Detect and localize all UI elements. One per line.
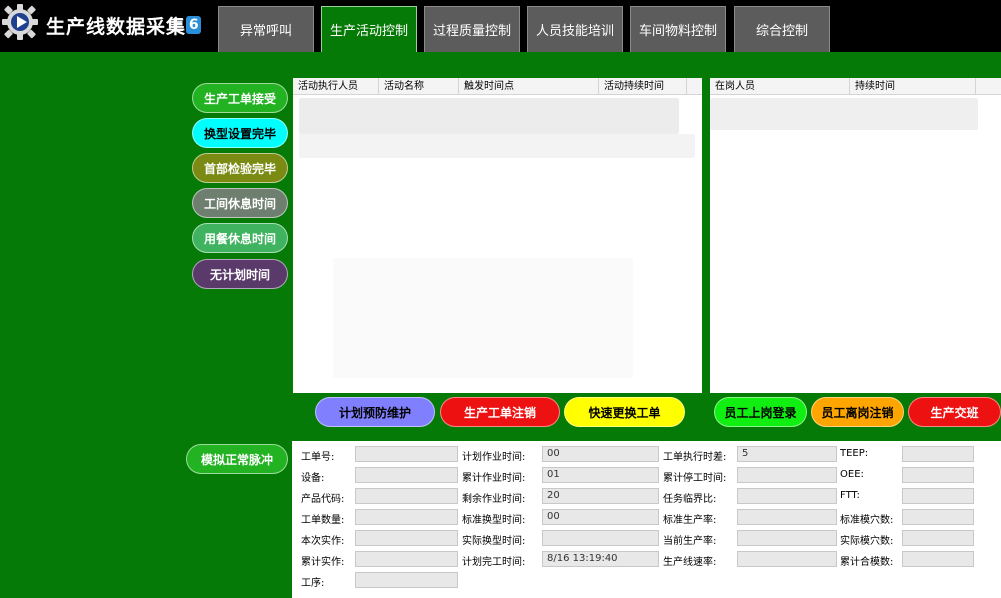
- product-code-field: [355, 488, 458, 504]
- current-output-field: [355, 530, 458, 546]
- activity-table[interactable]: 活动执行人员 活动名称 触发时间点 活动持续时间: [293, 78, 702, 393]
- cumulative-mold-count-label: 累计合模数:: [840, 557, 894, 568]
- col-trigger-time[interactable]: 触发时间点: [459, 78, 599, 95]
- gear-play-logo-icon: [2, 4, 38, 40]
- oee-field: [902, 467, 974, 483]
- activity-table-header: 活动执行人员 活动名称 触发时间点 活动持续时间: [293, 78, 702, 95]
- equipment-field: [355, 467, 458, 483]
- watermark-blur: [333, 258, 633, 378]
- table-row: [299, 134, 695, 158]
- break-time-button[interactable]: 工间休息时间: [192, 188, 288, 218]
- staff-table[interactable]: 在岗人员 持续时间: [710, 78, 1001, 393]
- equipment-label: 设备:: [301, 473, 325, 484]
- shift-handover-button[interactable]: 生产交班: [908, 397, 1001, 427]
- tab-workshop-material-control[interactable]: 车间物料控制: [630, 6, 726, 52]
- standard-cavity-count-label: 标准模穴数:: [840, 515, 894, 526]
- line-rate-field: [737, 551, 837, 567]
- order-cancel-button[interactable]: 生产工单注销: [440, 397, 560, 427]
- current-output-label: 本次实作:: [301, 536, 345, 547]
- teep-label: TEEP:: [840, 448, 869, 459]
- version-badge: E 6: [172, 14, 202, 36]
- line-rate-label: 生产线速率:: [663, 557, 717, 568]
- standard-productivity-field: [737, 509, 837, 525]
- col-staff-duration[interactable]: 持续时间: [850, 78, 976, 95]
- version-prefix: E: [172, 14, 185, 36]
- process-label: 工序:: [301, 578, 325, 589]
- actual-changeover-time-field: [542, 530, 659, 546]
- remaining-work-time-field: 20: [542, 488, 659, 504]
- product-code-label: 产品代码:: [301, 494, 345, 505]
- actual-cavity-count-field: [902, 530, 974, 546]
- order-time-variance-label: 工单执行时差:: [663, 452, 727, 463]
- current-productivity-field: [737, 530, 837, 546]
- cumulative-work-time-label: 累计作业时间:: [462, 473, 526, 484]
- tab-production-activity-control[interactable]: 生产活动控制: [321, 6, 417, 52]
- remaining-work-time-label: 剩余作业时间:: [462, 494, 526, 505]
- staff-table-header: 在岗人员 持续时间: [710, 78, 1001, 95]
- order-accept-button[interactable]: 生产工单接受: [192, 83, 288, 113]
- staff-logout-button[interactable]: 员工离岗注销: [811, 397, 904, 427]
- order-quantity-field: [355, 509, 458, 525]
- cumulative-work-time-field: 01: [542, 467, 659, 483]
- actual-changeover-time-label: 实际换型时间:: [462, 536, 526, 547]
- changeover-done-button[interactable]: 换型设置完毕: [192, 118, 288, 148]
- standard-changeover-time-field: 00: [542, 509, 659, 525]
- planned-completion-time-label: 计划完工时间:: [462, 557, 526, 568]
- actual-cavity-count-label: 实际模穴数:: [840, 536, 894, 547]
- cumulative-downtime-label: 累计停工时间:: [663, 473, 727, 484]
- current-productivity-label: 当前生产率:: [663, 536, 717, 547]
- table-row: [299, 98, 679, 134]
- cumulative-output-label: 累计实作:: [301, 557, 345, 568]
- tab-process-quality-control[interactable]: 过程质量控制: [424, 6, 520, 52]
- planned-completion-time-field: 8/16 13:19:40: [542, 551, 659, 567]
- table-row: [710, 98, 978, 130]
- app-title: 生产线数据采集: [46, 16, 187, 38]
- process-field: [355, 572, 458, 588]
- quick-change-order-button[interactable]: 快速更换工单: [564, 397, 685, 427]
- simulate-pulse-button[interactable]: 模拟正常脉冲: [186, 444, 288, 474]
- order-number-field: [355, 446, 458, 462]
- ftt-label: FTT:: [840, 490, 860, 501]
- col-activity-name[interactable]: 活动名称: [379, 78, 459, 95]
- col-activity-duration[interactable]: 活动持续时间: [599, 78, 687, 95]
- cumulative-mold-count-field: [902, 551, 974, 567]
- planned-work-time-field: 00: [542, 446, 659, 462]
- meal-break-button[interactable]: 用餐休息时间: [192, 223, 288, 253]
- teep-field: [902, 446, 974, 462]
- work-order-info-panel: 工单号: 设备: 产品代码: 工单数量: 本次实作: 累计实作: 工序: 计划作…: [292, 441, 1001, 598]
- staff-login-button[interactable]: 员工上岗登录: [714, 397, 807, 427]
- tab-staff-skill-training[interactable]: 人员技能培训: [527, 6, 623, 52]
- order-quantity-label: 工单数量:: [301, 515, 345, 526]
- standard-productivity-label: 标准生产率:: [663, 515, 717, 526]
- standard-cavity-count-field: [902, 509, 974, 525]
- ftt-field: [902, 488, 974, 504]
- order-number-label: 工单号:: [301, 452, 335, 463]
- cumulative-downtime-field: [737, 467, 837, 483]
- preventive-maintenance-button[interactable]: 计划预防维护: [315, 397, 435, 427]
- order-time-variance-field: 5: [737, 446, 837, 462]
- tab-exception-call[interactable]: 异常呼叫: [218, 6, 314, 52]
- first-inspection-done-button[interactable]: 首部检验完毕: [192, 153, 288, 183]
- version-digit: 6: [186, 16, 202, 34]
- critical-ratio-label: 任务临界比:: [663, 494, 717, 505]
- standard-changeover-time-label: 标准换型时间:: [462, 515, 526, 526]
- unplanned-time-button[interactable]: 无计划时间: [192, 259, 288, 289]
- top-bar: 生产线数据采集 E 6 异常呼叫 生产活动控制 过程质量控制 人员技能培训 车间…: [0, 0, 1001, 52]
- planned-work-time-label: 计划作业时间:: [462, 452, 526, 463]
- critical-ratio-field: [737, 488, 837, 504]
- col-activity-operator[interactable]: 活动执行人员: [293, 78, 379, 95]
- cumulative-output-field: [355, 551, 458, 567]
- oee-label: OEE:: [840, 469, 864, 480]
- col-on-duty-staff[interactable]: 在岗人员: [710, 78, 850, 95]
- tab-integrated-control[interactable]: 综合控制: [734, 6, 830, 52]
